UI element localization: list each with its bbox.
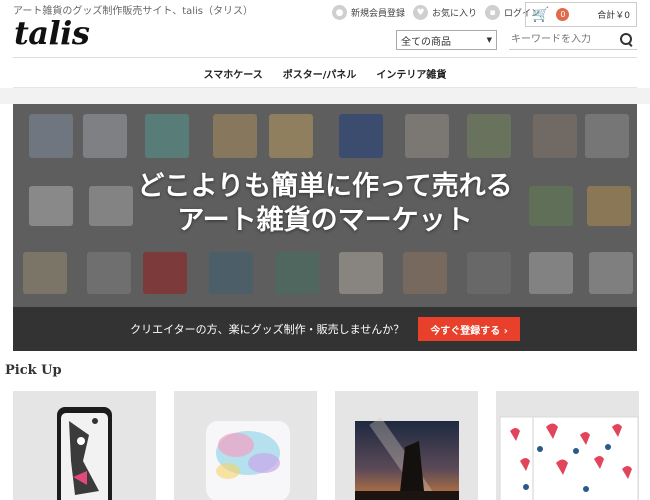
hero-title-line-1: どこよりも簡単に作って売れる [137, 171, 513, 202]
user-links: ● 新規会員登録 ♥ お気に入り ▪ ログイン [332, 5, 540, 20]
hero-banner[interactable]: どこよりも簡単に作って売れる アート雑貨のマーケット クリエイターの方、楽にグッ… [13, 104, 637, 351]
favorites-link[interactable]: ♥ お気に入り [413, 5, 477, 20]
main-nav: スマホケース ポスター/パネル インテリア雑貨 [0, 66, 650, 81]
milky-way-panel-image [355, 416, 459, 500]
search-icon[interactable] [620, 33, 633, 46]
creator-cta-text: クリエイターの方、楽にグッズ制作・販売しませんか？ [130, 323, 405, 336]
pickup-cards [13, 391, 639, 500]
pickup-card-phone-case[interactable] [13, 391, 156, 500]
pickup-title: Pick Up [5, 363, 62, 378]
nav-item-phone-case[interactable]: スマホケース [204, 66, 263, 81]
pickup-card-flamingo-notebook-case[interactable] [496, 391, 639, 500]
heart-icon: ♥ [413, 5, 429, 20]
category-select[interactable]: 全ての商品 ▼ [396, 30, 497, 50]
cart-total: 合計￥0 [597, 11, 630, 21]
search-box [509, 30, 637, 50]
lock-icon: ▪ [485, 5, 501, 20]
flamingo-case-image [499, 416, 639, 500]
nav-item-poster-panel[interactable]: ポスター/パネル [283, 66, 357, 81]
giraffe-phone-case-image [57, 407, 112, 500]
pickup-card-cushion[interactable] [174, 391, 317, 500]
register-label: 新規会員登録 [351, 9, 406, 19]
search-input[interactable] [509, 34, 609, 45]
favorites-label: お気に入り [432, 9, 478, 19]
register-now-button[interactable]: 今すぐ登録する › [418, 317, 520, 341]
creator-cta-bar: クリエイターの方、楽にグッズ制作・販売しませんか？ 今すぐ登録する › [13, 307, 637, 351]
cart-button[interactable]: 🛒 0 合計￥0 [525, 2, 637, 27]
cushion-image [206, 421, 290, 500]
cart-icon: 🛒 [532, 6, 550, 23]
logo[interactable]: talis [14, 14, 90, 52]
chevron-down-icon: ▼ [486, 36, 492, 44]
cart-count-badge: 0 [556, 8, 570, 21]
user-icon: ● [332, 5, 347, 20]
grey-band [0, 88, 650, 104]
pickup-card-milky-way-panel[interactable] [335, 391, 478, 500]
hero-title: どこよりも簡単に作って売れる アート雑貨のマーケット [13, 170, 637, 238]
hero-title-line-2: アート雑貨のマーケット [177, 205, 473, 236]
nav-divider-top [13, 57, 637, 58]
nav-item-interior-goods[interactable]: インテリア雑貨 [376, 66, 446, 81]
register-link[interactable]: ● 新規会員登録 [332, 5, 405, 20]
category-selected: 全ての商品 [401, 36, 451, 48]
